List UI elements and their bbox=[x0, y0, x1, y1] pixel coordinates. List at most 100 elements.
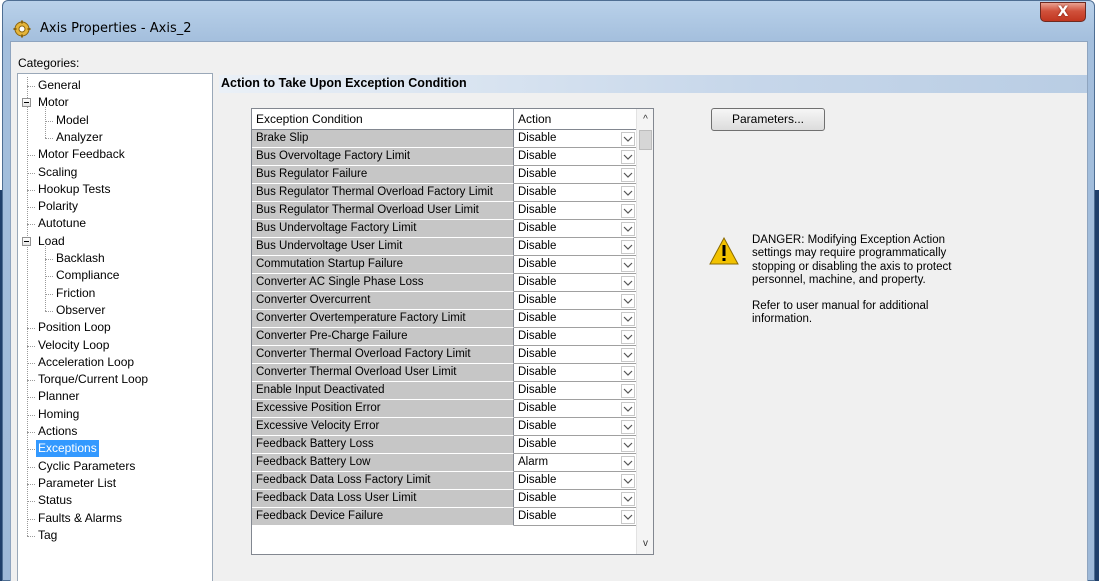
tree-item-backlash[interactable]: Backlash bbox=[54, 250, 107, 267]
action-dropdown[interactable]: Disable bbox=[514, 166, 637, 184]
action-dropdown[interactable]: Disable bbox=[514, 238, 637, 256]
dropdown-arrow-icon[interactable] bbox=[621, 240, 635, 254]
exception-condition-cell[interactable]: Feedback Data Loss Factory Limit bbox=[252, 472, 514, 490]
exception-condition-cell[interactable]: Converter Thermal Overload Factory Limit bbox=[252, 346, 514, 364]
exception-condition-cell[interactable]: Bus Regulator Failure bbox=[252, 166, 514, 184]
action-dropdown[interactable]: Disable bbox=[514, 346, 637, 364]
action-dropdown[interactable]: Disable bbox=[514, 130, 637, 148]
table-row[interactable]: Enable Input Deactivated Disable bbox=[252, 382, 637, 400]
exception-grid[interactable]: Exception Condition Action Brake Slip Dis… bbox=[251, 108, 654, 555]
dropdown-arrow-icon[interactable] bbox=[621, 132, 635, 146]
dropdown-arrow-icon[interactable] bbox=[621, 222, 635, 236]
action-dropdown[interactable]: Disable bbox=[514, 436, 637, 454]
table-row[interactable]: Feedback Data Loss User Limit Disable bbox=[252, 490, 637, 508]
table-row[interactable]: Commutation Startup Failure Disable bbox=[252, 256, 637, 274]
table-row[interactable]: Bus Undervoltage Factory Limit Disable bbox=[252, 220, 637, 238]
tree-item-faults-alarms[interactable]: Faults & Alarms bbox=[36, 510, 124, 527]
categories-tree[interactable]: General Motor Model Analyzer Motor Feedback S… bbox=[17, 73, 213, 581]
tree-item-observer[interactable]: Observer bbox=[54, 302, 107, 319]
action-dropdown[interactable]: Disable bbox=[514, 148, 637, 166]
action-dropdown[interactable]: Disable bbox=[514, 400, 637, 418]
table-row[interactable]: Excessive Velocity Error Disable bbox=[252, 418, 637, 436]
table-row[interactable]: Converter Thermal Overload User Limit Dis… bbox=[252, 364, 637, 382]
tree-item-acceleration-loop[interactable]: Acceleration Loop bbox=[36, 354, 136, 371]
dropdown-arrow-icon[interactable] bbox=[621, 384, 635, 398]
tree-item-exceptions[interactable]: Exceptions bbox=[36, 440, 99, 458]
tree-item-load[interactable]: Load bbox=[36, 233, 67, 250]
table-row[interactable]: Converter Pre-Charge Failure Disable bbox=[252, 328, 637, 346]
tree-item-motor[interactable]: Motor bbox=[36, 94, 71, 111]
action-dropdown[interactable]: Alarm bbox=[514, 454, 637, 472]
action-dropdown[interactable]: Disable bbox=[514, 220, 637, 238]
exception-condition-cell[interactable]: Bus Overvoltage Factory Limit bbox=[252, 148, 514, 166]
action-dropdown[interactable]: Disable bbox=[514, 418, 637, 436]
exception-condition-cell[interactable]: Converter Pre-Charge Failure bbox=[252, 328, 514, 346]
table-row[interactable]: Excessive Position Error Disable bbox=[252, 400, 637, 418]
dropdown-arrow-icon[interactable] bbox=[621, 276, 635, 290]
action-dropdown[interactable]: Disable bbox=[514, 508, 637, 526]
table-row[interactable]: Bus Overvoltage Factory Limit Disable bbox=[252, 148, 637, 166]
collapse-toggle-icon[interactable] bbox=[22, 236, 31, 246]
tree-item-tag[interactable]: Tag bbox=[36, 527, 59, 544]
tree-item-parameter-list[interactable]: Parameter List bbox=[36, 475, 118, 492]
tree-item-planner[interactable]: Planner bbox=[36, 388, 81, 405]
exception-condition-cell[interactable]: Feedback Device Failure bbox=[252, 508, 514, 526]
tree-item-motor-feedback[interactable]: Motor Feedback bbox=[36, 146, 127, 163]
exception-condition-cell[interactable]: Bus Regulator Thermal Overload Factory L… bbox=[252, 184, 514, 202]
dropdown-arrow-icon[interactable] bbox=[621, 402, 635, 416]
exception-condition-cell[interactable]: Feedback Battery Loss bbox=[252, 436, 514, 454]
exception-condition-cell[interactable]: Converter Thermal Overload User Limit bbox=[252, 364, 514, 382]
exception-condition-cell[interactable]: Converter Overcurrent bbox=[252, 292, 514, 310]
tree-item-position-loop[interactable]: Position Loop bbox=[36, 319, 113, 336]
table-row[interactable]: Brake Slip Disable bbox=[252, 130, 637, 148]
exception-condition-cell[interactable]: Feedback Battery Low bbox=[252, 454, 514, 472]
dropdown-arrow-icon[interactable] bbox=[621, 294, 635, 308]
dropdown-arrow-icon[interactable] bbox=[621, 456, 635, 470]
action-dropdown[interactable]: Disable bbox=[514, 256, 637, 274]
exception-condition-cell[interactable]: Excessive Position Error bbox=[252, 400, 514, 418]
action-dropdown[interactable]: Disable bbox=[514, 292, 637, 310]
table-row[interactable]: Bus Regulator Thermal Overload Factory L… bbox=[252, 184, 637, 202]
action-dropdown[interactable]: Disable bbox=[514, 274, 637, 292]
table-row[interactable]: Converter AC Single Phase Loss Disable bbox=[252, 274, 637, 292]
dropdown-arrow-icon[interactable] bbox=[621, 510, 635, 524]
dropdown-arrow-icon[interactable] bbox=[621, 474, 635, 488]
title-bar[interactable]: Axis Properties - Axis_2 X bbox=[3, 1, 1094, 39]
table-row[interactable]: Feedback Battery Loss Disable bbox=[252, 436, 637, 454]
tree-item-general[interactable]: General bbox=[36, 77, 83, 94]
table-row[interactable]: Bus Undervoltage User Limit Disable bbox=[252, 238, 637, 256]
table-row[interactable]: Feedback Battery Low Alarm bbox=[252, 454, 637, 472]
parameters-button[interactable]: Parameters... bbox=[711, 108, 825, 131]
collapse-toggle-icon[interactable] bbox=[22, 98, 31, 108]
dropdown-arrow-icon[interactable] bbox=[621, 168, 635, 182]
table-row[interactable]: Converter Overtemperature Factory Limit D… bbox=[252, 310, 637, 328]
action-dropdown[interactable]: Disable bbox=[514, 202, 637, 220]
dropdown-arrow-icon[interactable] bbox=[621, 186, 635, 200]
dropdown-arrow-icon[interactable] bbox=[621, 204, 635, 218]
dropdown-arrow-icon[interactable] bbox=[621, 312, 635, 326]
exception-condition-cell[interactable]: Converter Overtemperature Factory Limit bbox=[252, 310, 514, 328]
column-header-action[interactable]: Action bbox=[514, 109, 637, 130]
column-header-exception-condition[interactable]: Exception Condition bbox=[252, 109, 514, 130]
action-dropdown[interactable]: Disable bbox=[514, 364, 637, 382]
exception-condition-cell[interactable]: Enable Input Deactivated bbox=[252, 382, 514, 400]
dropdown-arrow-icon[interactable] bbox=[621, 258, 635, 272]
tree-item-hookup-tests[interactable]: Hookup Tests bbox=[36, 181, 113, 198]
grid-vertical-scrollbar[interactable]: ^ v bbox=[636, 109, 653, 554]
exception-condition-cell[interactable]: Brake Slip bbox=[252, 130, 514, 148]
table-row[interactable]: Converter Overcurrent Disable bbox=[252, 292, 637, 310]
tree-item-homing[interactable]: Homing bbox=[36, 406, 81, 423]
action-dropdown[interactable]: Disable bbox=[514, 472, 637, 490]
scrollbar-thumb[interactable] bbox=[639, 130, 652, 150]
tree-item-polarity[interactable]: Polarity bbox=[36, 198, 80, 215]
exception-condition-cell[interactable]: Bus Regulator Thermal Overload User Limi… bbox=[252, 202, 514, 220]
scroll-up-arrow-icon[interactable]: ^ bbox=[637, 111, 653, 128]
table-row[interactable]: Bus Regulator Failure Disable bbox=[252, 166, 637, 184]
tree-item-torque-current-loop[interactable]: Torque/Current Loop bbox=[36, 371, 150, 388]
table-row[interactable]: Bus Regulator Thermal Overload User Limi… bbox=[252, 202, 637, 220]
dropdown-arrow-icon[interactable] bbox=[621, 420, 635, 434]
action-dropdown[interactable]: Disable bbox=[514, 490, 637, 508]
exception-condition-cell[interactable]: Bus Undervoltage User Limit bbox=[252, 238, 514, 256]
tree-item-friction[interactable]: Friction bbox=[54, 285, 97, 302]
dropdown-arrow-icon[interactable] bbox=[621, 492, 635, 506]
